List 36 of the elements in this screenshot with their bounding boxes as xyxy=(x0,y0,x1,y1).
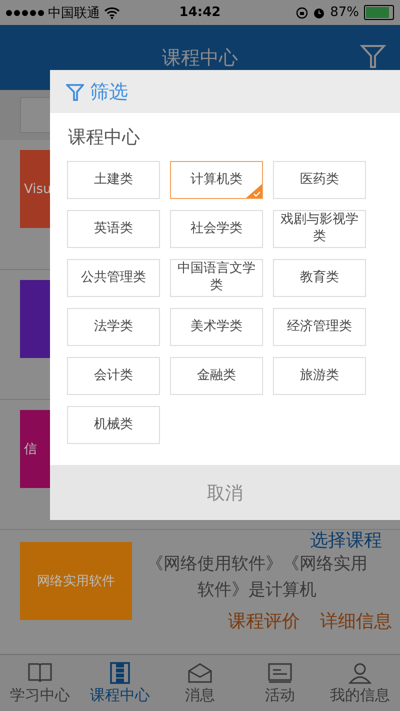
category-option[interactable]: 土建类 xyxy=(67,161,160,199)
signal-icon xyxy=(6,10,44,16)
section-title: 课程中心 xyxy=(67,126,141,149)
filter-icon[interactable] xyxy=(360,43,386,69)
wifi-icon xyxy=(104,6,120,18)
category-option[interactable]: 美术学类 xyxy=(170,308,263,346)
category-option[interactable]: 经济管理类 xyxy=(273,308,366,346)
clock-time: 14:42 xyxy=(178,5,222,20)
person-icon xyxy=(348,662,372,684)
carrier-name: 中国联通 xyxy=(48,4,100,22)
category-option[interactable]: 公共管理类 xyxy=(67,259,160,297)
category-option[interactable]: 金融类 xyxy=(170,357,263,395)
check-corner-icon xyxy=(246,184,262,198)
category-option[interactable]: 机械类 xyxy=(67,406,160,444)
alarm-icon xyxy=(313,6,326,18)
category-option[interactable]: 法学类 xyxy=(67,308,160,346)
mail-icon xyxy=(187,662,213,684)
lock-rotation-icon xyxy=(296,6,308,18)
battery-percentage: 87% xyxy=(330,5,359,20)
category-option[interactable]: 计算机类 xyxy=(170,161,263,199)
course-description: 《网络使用软件》《网络实用软件》是计算机 xyxy=(146,553,368,602)
binder-icon xyxy=(109,662,131,684)
board-icon xyxy=(267,662,293,684)
category-option[interactable]: 医药类 xyxy=(273,161,366,199)
category-option[interactable]: 英语类 xyxy=(67,210,160,248)
category-option[interactable]: 戏剧与影视学类 xyxy=(273,210,366,248)
category-option[interactable]: 会计类 xyxy=(67,357,160,395)
category-option[interactable]: 社会学类 xyxy=(170,210,263,248)
dialog-title: 筛选 xyxy=(90,80,128,104)
filter-icon xyxy=(66,82,84,100)
category-option[interactable]: 旅游类 xyxy=(273,357,366,395)
book-icon xyxy=(27,662,53,684)
category-option[interactable]: 教育类 xyxy=(273,259,366,297)
battery-icon xyxy=(364,5,394,20)
page-title: 课程中心 xyxy=(162,46,238,70)
category-option[interactable]: 中国语言文学类 xyxy=(170,259,263,297)
